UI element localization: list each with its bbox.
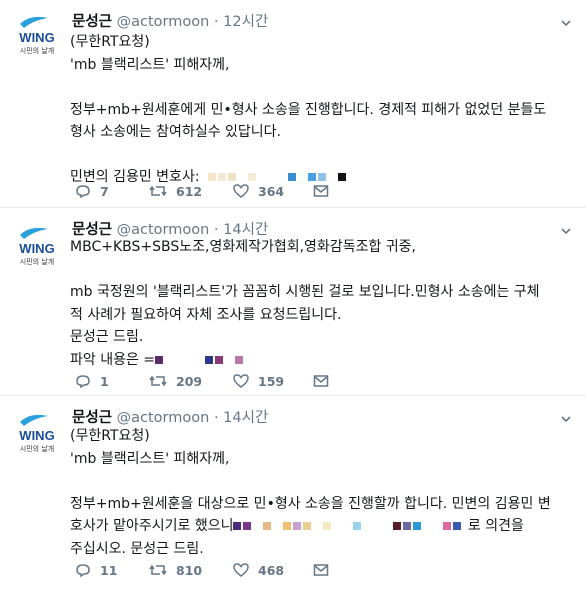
tweet-text: MBC+KBS+SBS노조,영화제작가협회,영화감독조합 귀중, mb 국정원의…	[70, 236, 576, 371]
tweet-line: MBC+KBS+SBS노조,영화제작가협회,영화감독조합 귀중,	[70, 239, 416, 255]
user-handle[interactable]: @actormoon	[117, 14, 210, 30]
retweet-button[interactable]: 209	[148, 372, 202, 390]
reply-count: 7	[100, 183, 109, 199]
tweet-line: 호사가 맡아주시기로 했으니	[70, 518, 234, 534]
heart-icon	[233, 184, 249, 198]
envelope-icon	[313, 185, 329, 197]
tweet-line: 정부+mb+원세훈에게 민•형사 소송을 진행합니다. 경제적 피해가 없었던 …	[70, 101, 547, 118]
tweet-line-mosaic: 파악 내용은 =	[70, 349, 576, 372]
avatar[interactable]: WING 시민의 날개	[14, 410, 60, 456]
timestamp[interactable]: 12시간	[223, 14, 268, 30]
like-button[interactable]: 364	[232, 182, 284, 200]
heart-icon	[233, 374, 249, 388]
tweet-line-suffix: 로 의견을	[467, 518, 524, 534]
user-handle[interactable]: @actormoon	[117, 410, 210, 426]
dm-button[interactable]	[312, 182, 330, 200]
avatar-sub-text: 시민의 날개	[20, 257, 54, 266]
reply-count: 1	[100, 373, 109, 389]
reply-button[interactable]: 1	[74, 372, 109, 390]
separator: ·	[213, 14, 219, 30]
tweet-line: (무한RT요청)	[70, 34, 150, 50]
separator: ·	[213, 410, 219, 426]
tweet-line: 주십시오. 문성근 드림.	[70, 540, 204, 557]
dm-button[interactable]	[312, 372, 330, 390]
tweet-line: 정부+mb+원세훈을 대상으로 민•형사 소송을 진행할까 합니다. 민변의 김…	[70, 495, 551, 512]
envelope-icon	[313, 375, 329, 387]
retweet-count: 612	[176, 183, 203, 199]
tweet-line: 파악 내용은 =	[70, 351, 156, 368]
chevron-down-icon[interactable]	[560, 14, 572, 27]
tweet-line: 적 사례가 필요하여 자체 조사를 요청드립니다.	[70, 306, 342, 323]
like-count: 364	[258, 183, 285, 199]
envelope-icon	[313, 564, 329, 576]
like-button[interactable]: 159	[232, 372, 284, 390]
wing-logo-icon: WING 시민의 날개	[19, 414, 55, 453]
avatar[interactable]: WING 시민의 날개	[14, 12, 60, 58]
retweet-count: 209	[176, 373, 203, 389]
tweet-line	[70, 76, 576, 99]
tweet-line: 형사 소송에는 참여하실수 있답니다.	[70, 124, 281, 140]
retweet-icon	[149, 564, 167, 576]
tweet-line: 문성근 드림.	[70, 329, 144, 345]
tweet-line: (무한RT요청)	[70, 428, 150, 444]
retweet-icon	[149, 185, 167, 197]
reply-button[interactable]: 11	[74, 561, 117, 579]
reply-button[interactable]: 7	[74, 182, 109, 200]
tweet-2[interactable]: WING 시민의 날개 문성근 @actormoon · 14시간 MBC+KB…	[0, 208, 586, 396]
wing-logo-icon: WING 시민의 날개	[19, 227, 55, 266]
retweet-button[interactable]: 810	[148, 561, 202, 579]
tweet-header: 문성근 @actormoon · 14시간	[72, 406, 268, 427]
dm-button[interactable]	[312, 561, 330, 579]
tweet-header: 문성근 @actormoon · 12시간	[72, 10, 268, 31]
like-count: 468	[258, 562, 285, 578]
retweet-icon	[149, 375, 167, 387]
reply-icon	[76, 564, 90, 578]
avatar-logo-text: WING	[19, 428, 54, 443]
reply-count: 11	[100, 562, 118, 578]
reply-icon	[76, 375, 90, 389]
tweet-line: 'mb 블랙리스트' 피해자께,	[70, 450, 230, 467]
tweet-text: (무한RT요청) 'mb 블랙리스트' 피해자께, 정부+mb+원세훈에게 민•…	[70, 31, 576, 189]
redacted-mosaic	[233, 518, 463, 534]
tweet-3[interactable]: WING 시민의 날개 문성근 @actormoon · 14시간 (무한RT요…	[0, 396, 586, 592]
avatar-sub-text: 시민의 날개	[20, 46, 54, 55]
tweet-text: (무한RT요청) 'mb 블랙리스트' 피해자께, 정부+mb+원세훈을 대상으…	[70, 425, 576, 560]
tweet-1[interactable]: WING 시민의 날개 문성근 @actormoon · 12시간 (무한RT요…	[0, 0, 586, 208]
heart-icon	[233, 563, 249, 577]
retweet-count: 810	[176, 562, 203, 578]
tweet-line	[70, 259, 576, 282]
avatar-logo-text: WING	[19, 30, 54, 45]
chevron-down-icon[interactable]	[560, 222, 572, 235]
user-name[interactable]: 문성근	[72, 14, 112, 30]
timestamp[interactable]: 14시간	[223, 410, 268, 426]
avatar-logo-text: WING	[19, 241, 54, 256]
chevron-down-icon[interactable]	[560, 410, 572, 423]
wing-logo-icon: WING 시민의 날개	[19, 16, 55, 55]
user-name[interactable]: 문성근	[72, 410, 112, 426]
like-button[interactable]: 468	[232, 561, 284, 579]
tweet-line: mb 국정원의 '블랙리스트'가 꼼꼼히 시행된 걸로 보입니다.민형사 소송에…	[70, 284, 540, 300]
avatar-sub-text: 시민의 날개	[20, 444, 54, 453]
avatar[interactable]: WING 시민의 날개	[14, 223, 60, 269]
tweet-line: 'mb 블랙리스트' 피해자께,	[70, 56, 230, 73]
redacted-mosaic	[155, 352, 245, 368]
tweet-line-mosaic: 호사가 맡아주시기로 했으니 로 의견을	[70, 515, 576, 538]
tweet-line	[70, 144, 576, 167]
reply-icon	[76, 185, 90, 199]
tweet-line	[70, 470, 576, 493]
retweet-button[interactable]: 612	[148, 182, 202, 200]
like-count: 159	[258, 373, 285, 389]
